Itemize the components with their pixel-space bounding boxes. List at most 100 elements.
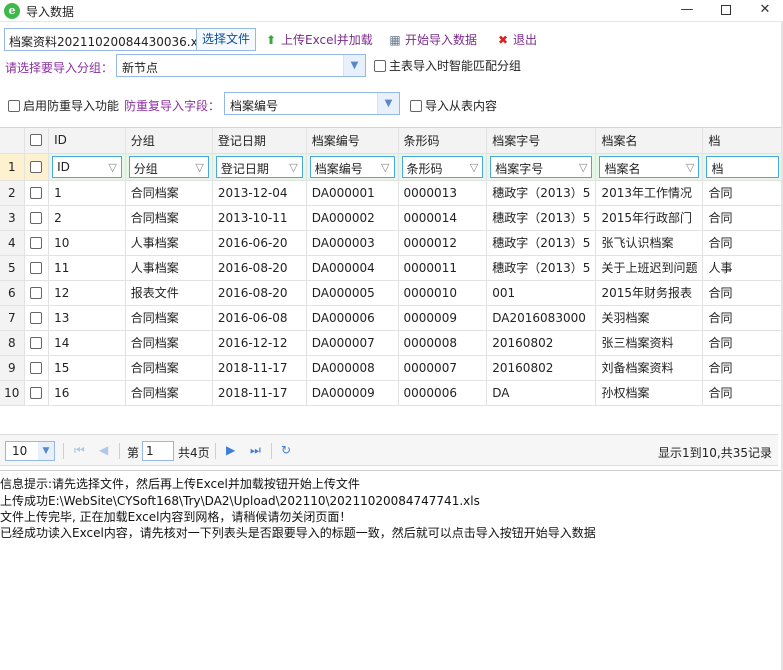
table-cell[interactable]: DA000002: [306, 205, 399, 231]
table-cell[interactable]: DA000006: [306, 305, 399, 331]
table-cell[interactable]: 刘备档案资料: [595, 355, 704, 381]
row-checkbox[interactable]: [24, 153, 50, 181]
table-cell[interactable]: DA000007: [306, 330, 399, 356]
table-cell[interactable]: 合同档案: [125, 180, 213, 206]
table-row[interactable]: 5 11 人事档案 2016-08-20 DA000004 0000011 穗政字（2013…: [0, 255, 783, 281]
exit-button[interactable]: ✖ 退出: [496, 31, 537, 49]
first-page-icon[interactable]: ⏮: [74, 443, 85, 458]
column-filter[interactable]: 条形码 ▽: [398, 153, 488, 181]
page-size-select[interactable]: 10 ▼: [5, 441, 55, 461]
file-path-field[interactable]: 档案资料20211020084430036.xls 选择文件: [4, 28, 256, 51]
row-checkbox-box[interactable]: [30, 336, 43, 349]
table-cell[interactable]: 0000009: [398, 305, 488, 331]
table-cell[interactable]: 2013年工作情况: [595, 180, 704, 206]
table-cell[interactable]: 0000008: [398, 330, 488, 356]
table-cell[interactable]: 合同档案: [125, 205, 213, 231]
table-cell[interactable]: DA000005: [306, 280, 399, 306]
table-cell[interactable]: 关于上班迟到问题: [595, 255, 704, 281]
column-header[interactable]: 档案字号: [486, 128, 597, 154]
column-filter[interactable]: 分组 ▽: [125, 153, 213, 181]
table-cell[interactable]: 孙权档案: [595, 380, 704, 406]
table-cell[interactable]: DA: [486, 380, 597, 406]
select-all-checkbox-box[interactable]: [30, 134, 43, 147]
table-cell[interactable]: 0000014: [398, 205, 488, 231]
filter-input[interactable]: 档案编号 ▽: [309, 155, 395, 178]
table-cell[interactable]: 合同档案: [125, 355, 213, 381]
table-row[interactable]: 8 14 合同档案 2016-12-12 DA000007 0000008 20160802…: [0, 330, 783, 356]
row-checkbox-box[interactable]: [30, 261, 43, 274]
table-cell[interactable]: 穗政字（2013）5: [486, 180, 597, 206]
table-row[interactable]: 4 10 人事档案 2016-06-20 DA000003 0000012 穗政字（2013…: [0, 230, 783, 256]
table-cell[interactable]: 合同档案: [125, 305, 213, 331]
table-cell[interactable]: 2016-08-20: [212, 280, 307, 306]
table-cell[interactable]: DA000004: [306, 255, 399, 281]
table-row[interactable]: 3 2 合同档案 2013-10-11 DA000002 0000014 穗政字（2013）…: [0, 205, 783, 231]
filter-input[interactable]: 档案名 ▽: [599, 155, 700, 178]
filter-funnel-icon[interactable]: ▽: [108, 161, 116, 174]
start-import-button[interactable]: ▦ 开始导入数据: [388, 31, 477, 49]
filter-funnel-icon[interactable]: ▽: [686, 161, 694, 174]
table-cell[interactable]: DA2016083000: [486, 305, 597, 331]
row-checkbox[interactable]: [24, 230, 50, 256]
current-page-input[interactable]: 1: [142, 441, 174, 461]
table-cell[interactable]: DA000009: [306, 380, 399, 406]
table-cell[interactable]: 合同: [702, 280, 783, 306]
table-row[interactable]: 7 13 合同档案 2016-06-08 DA000006 0000009 DA201608…: [0, 305, 783, 331]
table-row[interactable]: 10 16 合同档案 2018-11-17 DA000009 0000006 DA 孙权档案合…: [0, 380, 783, 406]
table-cell[interactable]: 张三档案资料: [595, 330, 704, 356]
filter-funnel-icon[interactable]: ▽: [289, 161, 297, 174]
dup-field-select[interactable]: 档案编号 ▼: [224, 92, 400, 115]
table-cell[interactable]: 2013-12-04: [212, 180, 307, 206]
column-header[interactable]: ID: [48, 128, 126, 154]
upload-excel-button[interactable]: ⬆ 上传Excel并加载: [264, 31, 373, 49]
row-checkbox[interactable]: [24, 255, 50, 281]
table-cell[interactable]: 穗政字（2013）5: [486, 230, 597, 256]
table-cell[interactable]: 001: [486, 280, 597, 306]
table-cell[interactable]: 人事档案: [125, 230, 213, 256]
row-checkbox-box[interactable]: [30, 211, 43, 224]
table-cell[interactable]: 14: [48, 330, 126, 356]
table-cell[interactable]: 人事档案: [125, 255, 213, 281]
row-checkbox[interactable]: [24, 205, 50, 231]
column-filter[interactable]: 登记日期 ▽: [212, 153, 307, 181]
column-header[interactable]: 分组: [125, 128, 213, 154]
row-checkbox-box[interactable]: [30, 236, 43, 249]
filter-funnel-icon[interactable]: ▽: [195, 161, 203, 174]
table-cell[interactable]: 15: [48, 355, 126, 381]
choose-file-button[interactable]: 选择文件: [195, 29, 255, 50]
table-cell[interactable]: 人事: [702, 255, 783, 281]
row-checkbox[interactable]: [24, 180, 50, 206]
column-filter[interactable]: 档: [702, 153, 783, 181]
group-select[interactable]: 新节点 ▼: [116, 54, 366, 77]
row-checkbox[interactable]: [24, 330, 50, 356]
table-cell[interactable]: DA000008: [306, 355, 399, 381]
prev-page-icon[interactable]: ◀: [99, 443, 108, 457]
row-checkbox-box[interactable]: [30, 160, 43, 173]
row-checkbox-box[interactable]: [30, 386, 43, 399]
column-filter[interactable]: 档案名 ▽: [595, 153, 704, 181]
filter-input[interactable]: 登记日期 ▽: [215, 155, 303, 178]
filter-funnel-icon[interactable]: ▽: [579, 161, 587, 174]
refresh-icon[interactable]: ↻: [281, 443, 291, 457]
column-filter[interactable]: 档案编号 ▽: [306, 153, 399, 181]
table-cell[interactable]: 0000007: [398, 355, 488, 381]
next-page-icon[interactable]: ▶: [226, 443, 235, 457]
row-checkbox[interactable]: [24, 355, 50, 381]
last-page-icon[interactable]: ⏭: [250, 443, 261, 458]
table-row[interactable]: 6 12 报表文件 2016-08-20 DA000005 0000010 001 2015年…: [0, 280, 783, 306]
column-header[interactable]: 档: [702, 128, 783, 154]
table-cell[interactable]: DA000003: [306, 230, 399, 256]
column-filter[interactable]: 档案字号 ▽: [486, 153, 597, 181]
filter-input[interactable]: 分组 ▽: [128, 155, 209, 178]
table-cell[interactable]: 2013-10-11: [212, 205, 307, 231]
table-cell[interactable]: 2: [48, 205, 126, 231]
row-checkbox-box[interactable]: [30, 361, 43, 374]
row-checkbox[interactable]: [24, 305, 50, 331]
table-cell[interactable]: 2016-06-08: [212, 305, 307, 331]
column-header[interactable]: 档案编号: [306, 128, 399, 154]
table-cell[interactable]: 2016-12-12: [212, 330, 307, 356]
column-filter[interactable]: ID ▽: [48, 153, 126, 181]
dup-prevent-checkbox[interactable]: 启用防重导入功能: [8, 97, 119, 114]
table-cell[interactable]: 合同: [702, 380, 783, 406]
table-cell[interactable]: 0000011: [398, 255, 488, 281]
